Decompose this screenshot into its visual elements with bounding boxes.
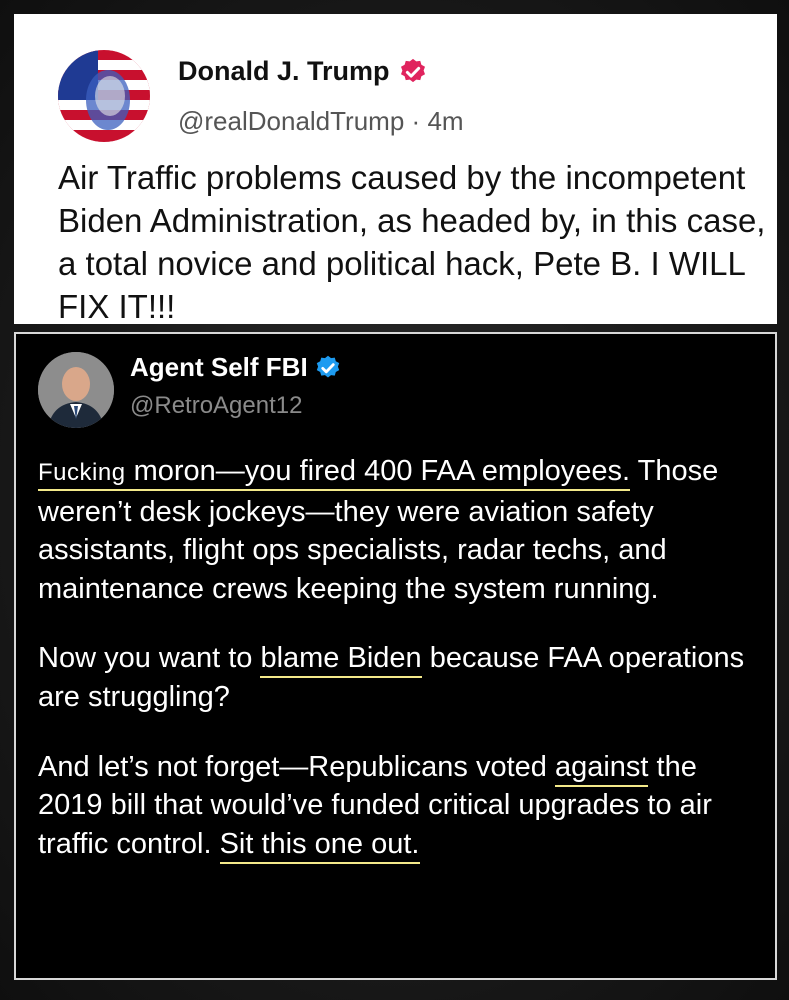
avatar-image <box>58 50 150 142</box>
handle[interactable]: @realDonaldTrump <box>178 106 404 136</box>
text-run: And let’s not forget—Republicans voted <box>38 750 555 783</box>
original-post-card: Donald J. Trump @realDonaldTrump · 4m Ai… <box>14 14 777 325</box>
obscured-word: Fucking <box>38 459 126 486</box>
author-name-row: Agent Self FBI <box>130 352 342 383</box>
text-run: Now you want to <box>38 642 261 675</box>
avatar[interactable] <box>58 50 150 142</box>
verified-badge-icon <box>316 355 339 377</box>
highlighted-phrase: against <box>554 750 649 787</box>
avatar-image <box>38 352 114 428</box>
separator: · <box>411 106 421 136</box>
avatar[interactable] <box>38 352 114 428</box>
author-name[interactable]: Donald J. Trump <box>178 56 390 87</box>
post-text: Air Traffic problems caused by the incom… <box>58 159 766 325</box>
highlighted-phrase: Sit this one out. <box>219 827 420 864</box>
reply-paragraph-3: And let’s not forget—Republicans voted a… <box>38 748 768 864</box>
highlighted-phrase: Fucking moron—you fired 400 FAA employee… <box>38 455 631 491</box>
reply-text: Fucking moron—you fired 400 FAA employee… <box>38 452 768 894</box>
author-name[interactable]: Agent Self FBI <box>130 352 308 383</box>
highlighted-phrase: blame Biden <box>260 642 422 679</box>
handle-and-time: @realDonaldTrump · 4m <box>178 106 464 137</box>
author-name-row: Donald J. Trump <box>178 56 428 87</box>
reply-paragraph-2: Now you want to blame Biden because FAA … <box>38 639 768 716</box>
post-time[interactable]: 4m <box>427 106 463 136</box>
reply-post-card: Agent Self FBI @RetroAgent12 Fucking mor… <box>14 332 777 980</box>
text-run: moron—you fired 400 FAA employees. <box>125 455 631 487</box>
verified-badge-icon <box>400 58 425 82</box>
handle[interactable]: @RetroAgent12 <box>130 392 302 420</box>
reply-paragraph-1: Fucking moron—you fired 400 FAA employee… <box>38 452 768 608</box>
